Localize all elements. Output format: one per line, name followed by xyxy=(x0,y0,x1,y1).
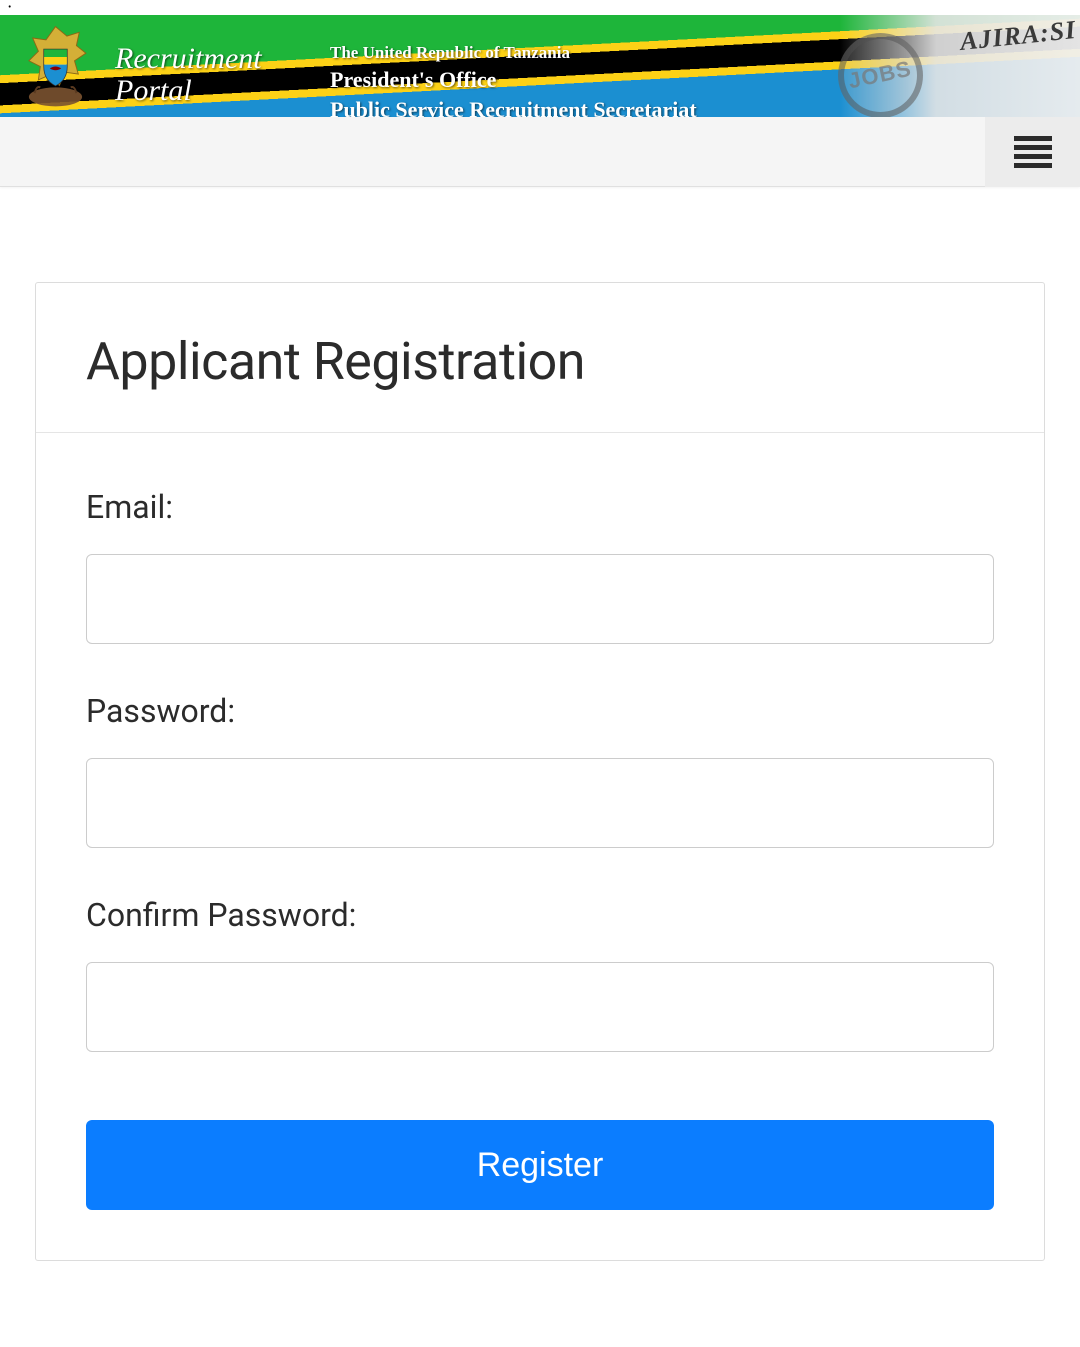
card-body: Email: Password: Confirm Password: Regis… xyxy=(36,433,1044,1260)
content-area: Applicant Registration Email: Password: … xyxy=(0,187,1080,1301)
magnifier-icon: JOBS xyxy=(838,33,923,118)
secretariat-line: Public Service Recruitment Secretariat xyxy=(330,97,697,117)
password-group: Password: xyxy=(86,692,994,848)
confirm-password-field[interactable] xyxy=(86,962,994,1052)
password-label: Password: xyxy=(86,692,994,730)
email-group: Email: xyxy=(86,488,994,644)
office-line: President's Office xyxy=(330,67,697,93)
page-title: Applicant Registration xyxy=(86,331,994,392)
portal-name-line1: Recruitment xyxy=(115,43,262,75)
email-label: Email: xyxy=(86,488,994,526)
hamburger-icon xyxy=(1014,136,1052,168)
magnifier-jobs-graphic: JOBS xyxy=(820,45,940,105)
coat-of-arms-icon xyxy=(8,19,103,114)
jobs-text: JOBS xyxy=(846,56,914,95)
confirm-password-group: Confirm Password: xyxy=(86,896,994,1052)
menu-toggle-button[interactable] xyxy=(985,117,1080,187)
site-banner: AJIRA:SI JOBS Recruitment Portal The Uni… xyxy=(0,15,1080,117)
country-line: The United Republic of Tanzania xyxy=(330,43,697,63)
ajira-text: AJIRA:SI xyxy=(958,15,1077,57)
nav-bar xyxy=(0,117,1080,187)
email-field[interactable] xyxy=(86,554,994,644)
portal-name-line2: Portal xyxy=(115,75,262,107)
registration-card: Applicant Registration Email: Password: … xyxy=(35,282,1045,1261)
confirm-password-label: Confirm Password: xyxy=(86,896,994,934)
portal-name: Recruitment Portal xyxy=(115,43,262,106)
card-header: Applicant Registration xyxy=(36,283,1044,433)
banner-titles: The United Republic of Tanzania Presiden… xyxy=(330,43,697,117)
page-top-marker: • xyxy=(0,0,1080,15)
password-field[interactable] xyxy=(86,758,994,848)
register-button[interactable]: Register xyxy=(86,1120,994,1210)
